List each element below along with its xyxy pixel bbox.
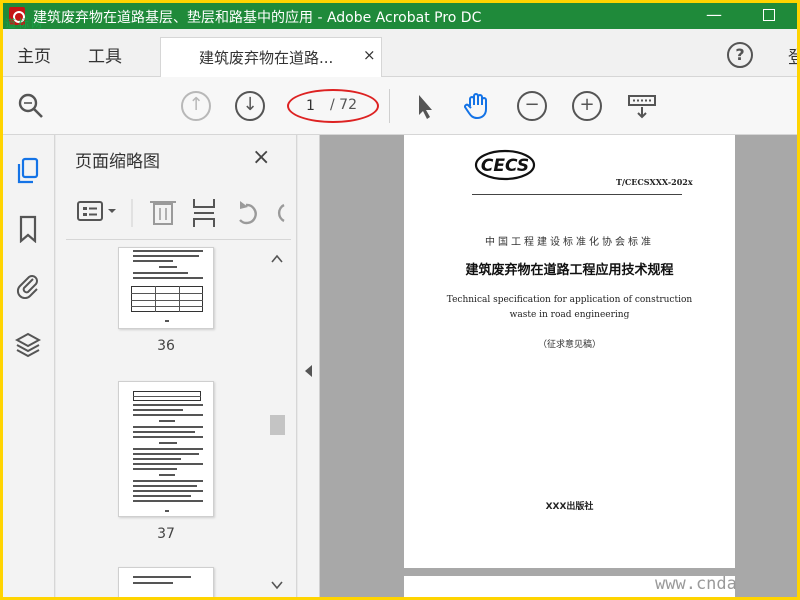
cecs-logo-text: CECS (481, 156, 529, 176)
search-icon[interactable] (16, 91, 46, 121)
keyboard-tool-icon[interactable] (627, 91, 657, 121)
panel-close-button[interactable]: × (252, 145, 270, 170)
navigation-rail (3, 135, 55, 597)
publisher-label: XXX出版社 (545, 502, 594, 512)
insert-page-icon[interactable] (193, 199, 215, 227)
hand-tool-icon[interactable] (462, 91, 492, 121)
panel-title: 页面缩略图 (75, 152, 160, 172)
header-rule (472, 194, 682, 195)
zoom-in-icon[interactable]: + (572, 91, 602, 121)
page-thumbnail-37[interactable] (118, 381, 214, 517)
tab-tools[interactable]: 工具 (88, 42, 122, 67)
next-page-icon[interactable]: ↓ (235, 91, 265, 121)
tab-home[interactable]: 主页 (17, 42, 51, 67)
toolbar-separator (389, 89, 390, 123)
title-bar: 道标网 建筑废弃物在道路基层、垫层和路基中的应用 - Adobe Acrobat… (3, 3, 797, 30)
window-title: 建筑废弃物在道路基层、垫层和路基中的应用 - Adobe Acrobat Pro… (33, 10, 482, 26)
document-title-en-line2: waste in road engineering (509, 310, 630, 320)
page-thumbnails-panel: 页面缩略图 × 36 37 (56, 135, 297, 597)
acrobat-window: 道标网 建筑废弃物在道路基层、垫层和路基中的应用 - Adobe Acrobat… (3, 3, 797, 597)
thumbnail-page-number: 36 (157, 338, 175, 354)
document-tab-label: 建筑废弃物在道路... (199, 49, 334, 67)
prev-page-icon[interactable]: ↑ (181, 91, 211, 121)
document-title-en-line1: Technical specification for application … (446, 295, 693, 305)
panel-toolbar (66, 193, 291, 233)
draft-note: （征求意见稿） (537, 340, 601, 350)
association-label: 中国工程建设标准化协会标准 (485, 237, 654, 248)
options-menu-icon[interactable] (77, 201, 116, 221)
page-thumbnails-icon[interactable] (15, 157, 41, 185)
maximize-button[interactable] (763, 9, 775, 21)
toolbar: ↑ ↓ 1 / 72 − + (3, 77, 797, 135)
attachments-icon[interactable] (15, 271, 41, 300)
minimize-button[interactable]: — (703, 5, 725, 27)
document-title-cn: 建筑废弃物在道路工程应用技术规程 (465, 263, 674, 278)
pdf-page: CECS T/CECSXXX-202x 中国工程建设标准化协会标准 建筑废弃物在… (404, 135, 735, 568)
zoom-out-icon[interactable]: − (517, 91, 547, 121)
page-thumbnail-36[interactable] (118, 247, 214, 329)
collapse-arrow-icon[interactable] (305, 365, 312, 377)
cecs-logo: CECS (474, 149, 536, 181)
tab-bar: 主页 工具 建筑废弃物在道路... × ? 登 (3, 29, 797, 77)
document-tab-close-button[interactable]: × (363, 46, 376, 64)
document-view: CECS T/CECSXXX-202x 中国工程建设标准化协会标准 建筑废弃物在… (298, 135, 797, 597)
layers-icon[interactable] (14, 331, 42, 359)
delete-icon[interactable] (150, 201, 176, 225)
thumbnail-page-number: 37 (157, 526, 175, 542)
help-icon[interactable]: ? (727, 42, 753, 68)
page-thumbnail-38[interactable] (118, 567, 214, 597)
site-watermark: www.cnda (655, 574, 737, 594)
rotate-icon[interactable] (239, 201, 257, 225)
standard-code: T/CECSXXX-202x (616, 177, 693, 187)
red-annotation-circle (287, 89, 379, 123)
bookmarks-icon[interactable] (15, 215, 41, 244)
thumbnails-scrollbar[interactable] (268, 247, 286, 597)
sign-in-link[interactable]: 登 (788, 43, 797, 68)
document-tab[interactable]: 建筑废弃物在道路... × (160, 37, 382, 77)
scrollbar-thumb[interactable] (270, 415, 285, 435)
panel-divider (66, 239, 291, 240)
select-cursor-icon[interactable] (410, 91, 440, 121)
panel-collapse-strip[interactable] (298, 135, 320, 597)
